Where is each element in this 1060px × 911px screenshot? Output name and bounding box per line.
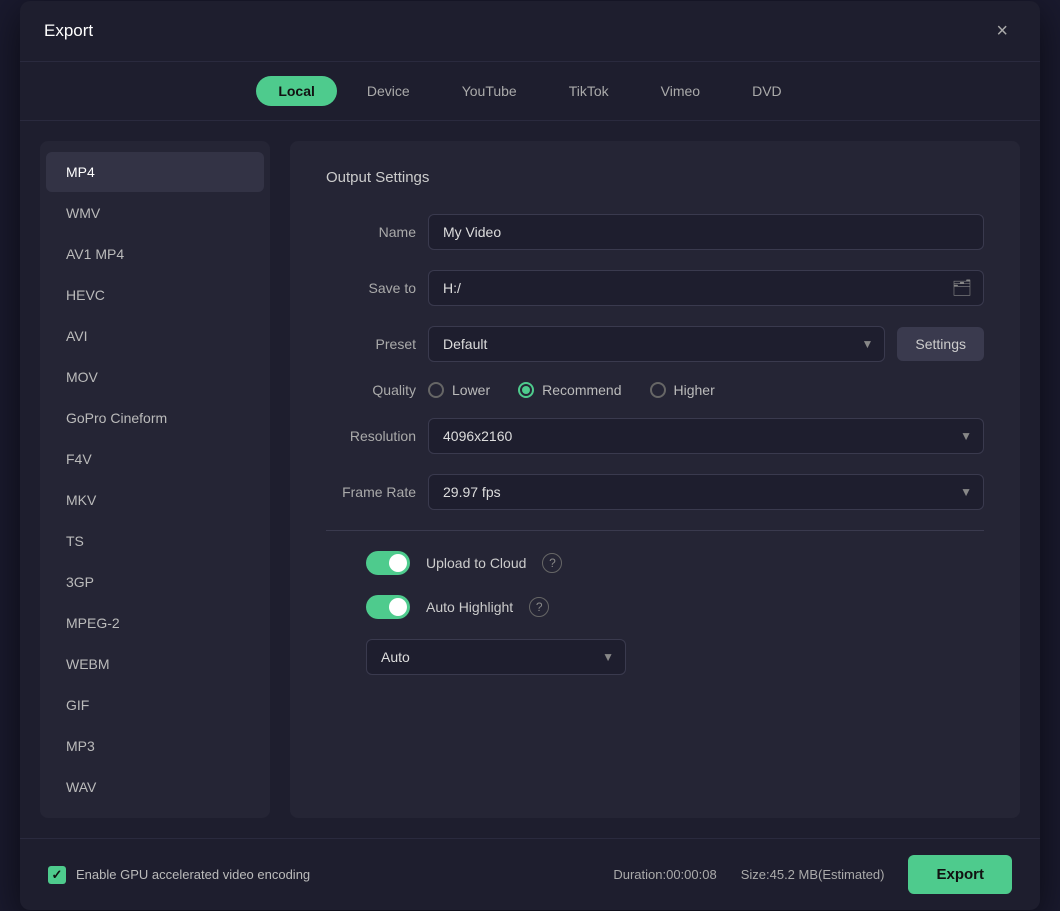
format-item-avi[interactable]: AVI bbox=[46, 316, 264, 356]
size-stat: Size:45.2 MB(Estimated) bbox=[741, 867, 885, 882]
format-item-av1mp4[interactable]: AV1 MP4 bbox=[46, 234, 264, 274]
duration-stat: Duration:00:00:08 bbox=[613, 867, 716, 882]
upload-cloud-row: Upload to Cloud ? bbox=[326, 551, 984, 575]
dialog-title: Export bbox=[44, 21, 93, 41]
resolution-select[interactable]: 4096x2160 bbox=[428, 418, 984, 454]
tab-local[interactable]: Local bbox=[256, 76, 337, 106]
format-item-mp3[interactable]: MP3 bbox=[46, 726, 264, 766]
saveto-label: Save to bbox=[326, 280, 416, 296]
export-dialog: Export × Local Device YouTube TikTok Vimeo DV… bbox=[20, 1, 1040, 910]
gpu-label: Enable GPU accelerated video encoding bbox=[76, 867, 310, 882]
quality-recommend[interactable]: Recommend bbox=[518, 382, 621, 398]
framerate-select[interactable]: 29.97 fps bbox=[428, 474, 984, 510]
quality-lower-label: Lower bbox=[452, 382, 490, 398]
quality-lower-radio[interactable] bbox=[428, 382, 444, 398]
dialog-body: MP4WMVAV1 MP4HEVCAVIMOVGoPro CineformF4V… bbox=[20, 121, 1040, 838]
format-item-wmv[interactable]: WMV bbox=[46, 193, 264, 233]
format-item-wav[interactable]: WAV bbox=[46, 767, 264, 807]
framerate-label: Frame Rate bbox=[326, 484, 416, 500]
preset-row: Preset Default ▼ Settings bbox=[326, 326, 984, 362]
settings-button[interactable]: Settings bbox=[897, 327, 984, 361]
upload-cloud-label: Upload to Cloud bbox=[426, 555, 526, 571]
resolution-row: Resolution 4096x2160 ▼ bbox=[326, 418, 984, 454]
format-item-gif[interactable]: GIF bbox=[46, 685, 264, 725]
format-item-3gp[interactable]: 3GP bbox=[46, 562, 264, 602]
preset-select-wrapper: Default ▼ bbox=[428, 326, 885, 362]
gpu-checkbox[interactable] bbox=[48, 866, 66, 884]
upload-cloud-help-icon[interactable]: ? bbox=[542, 553, 562, 573]
auto-highlight-label: Auto Highlight bbox=[426, 599, 513, 615]
tab-tiktok[interactable]: TikTok bbox=[547, 76, 631, 106]
saveto-input-wrapper: 🗂 bbox=[428, 270, 984, 306]
upload-cloud-toggle[interactable] bbox=[366, 551, 410, 575]
preset-label: Preset bbox=[326, 336, 416, 352]
saveto-row: Save to 🗂 bbox=[326, 270, 984, 306]
tab-device[interactable]: Device bbox=[345, 76, 432, 106]
resolution-select-wrapper: 4096x2160 ▼ bbox=[428, 418, 984, 454]
name-label: Name bbox=[326, 224, 416, 240]
auto-highlight-slider bbox=[366, 595, 410, 619]
format-item-mp4[interactable]: MP4 bbox=[46, 152, 264, 192]
divider bbox=[326, 530, 984, 531]
format-list: MP4WMVAV1 MP4HEVCAVIMOVGoPro CineformF4V… bbox=[40, 141, 270, 818]
quality-lower[interactable]: Lower bbox=[428, 382, 490, 398]
quality-higher-radio[interactable] bbox=[650, 382, 666, 398]
tabs-bar: Local Device YouTube TikTok Vimeo DVD bbox=[20, 62, 1040, 121]
auto-highlight-help-icon[interactable]: ? bbox=[529, 597, 549, 617]
quality-higher-label: Higher bbox=[674, 382, 715, 398]
quality-recommend-radio[interactable] bbox=[518, 382, 534, 398]
auto-select-row: Auto ▼ bbox=[326, 639, 984, 675]
tab-dvd[interactable]: DVD bbox=[730, 76, 804, 106]
format-item-ts[interactable]: TS bbox=[46, 521, 264, 561]
name-input[interactable] bbox=[428, 214, 984, 250]
output-panel: Output Settings Name Save to 🗂 Preset bbox=[290, 141, 1020, 818]
export-button[interactable]: Export bbox=[908, 855, 1012, 894]
name-row: Name bbox=[326, 214, 984, 250]
format-item-mpeg2[interactable]: MPEG-2 bbox=[46, 603, 264, 643]
auto-highlight-row: Auto Highlight ? bbox=[326, 595, 984, 619]
auto-highlight-toggle[interactable] bbox=[366, 595, 410, 619]
format-item-webm[interactable]: WEBM bbox=[46, 644, 264, 684]
preset-select[interactable]: Default bbox=[428, 326, 885, 362]
framerate-row: Frame Rate 29.97 fps ▼ bbox=[326, 474, 984, 510]
close-button[interactable]: × bbox=[988, 17, 1016, 45]
dialog-header: Export × bbox=[20, 1, 1040, 62]
auto-select[interactable]: Auto bbox=[366, 639, 626, 675]
gpu-checkbox-wrapper[interactable]: Enable GPU accelerated video encoding bbox=[48, 866, 310, 884]
auto-select-wrapper: Auto ▼ bbox=[366, 639, 626, 675]
format-item-gopro[interactable]: GoPro Cineform bbox=[46, 398, 264, 438]
tab-youtube[interactable]: YouTube bbox=[440, 76, 539, 106]
format-item-mkv[interactable]: MKV bbox=[46, 480, 264, 520]
footer-info: Duration:00:00:08 Size:45.2 MB(Estimated… bbox=[326, 855, 1012, 894]
quality-row: Quality Lower Recommend Higher bbox=[326, 382, 984, 398]
quality-higher[interactable]: Higher bbox=[650, 382, 715, 398]
quality-options: Lower Recommend Higher bbox=[428, 382, 715, 398]
saveto-input[interactable] bbox=[428, 270, 984, 306]
resolution-label: Resolution bbox=[326, 428, 416, 444]
tab-vimeo[interactable]: Vimeo bbox=[639, 76, 722, 106]
folder-icon[interactable]: 🗂 bbox=[952, 278, 972, 298]
upload-cloud-slider bbox=[366, 551, 410, 575]
quality-recommend-label: Recommend bbox=[542, 382, 621, 398]
quality-label: Quality bbox=[326, 382, 416, 398]
dialog-footer: Enable GPU accelerated video encoding Du… bbox=[20, 838, 1040, 910]
format-item-f4v[interactable]: F4V bbox=[46, 439, 264, 479]
format-item-mov[interactable]: MOV bbox=[46, 357, 264, 397]
framerate-select-wrapper: 29.97 fps ▼ bbox=[428, 474, 984, 510]
section-title: Output Settings bbox=[326, 169, 984, 186]
format-item-hevc[interactable]: HEVC bbox=[46, 275, 264, 315]
